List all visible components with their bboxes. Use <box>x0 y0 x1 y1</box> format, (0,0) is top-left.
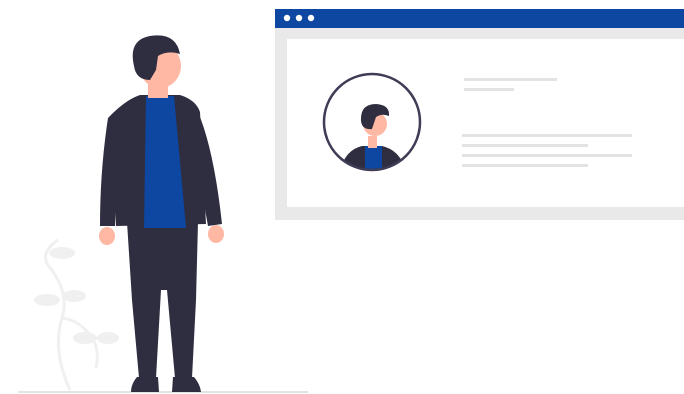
text-line <box>462 164 588 167</box>
plant-leaf <box>73 332 97 344</box>
text-line <box>462 154 632 157</box>
titlebar-dot-3 <box>307 14 315 22</box>
plant-leaf <box>62 290 86 302</box>
titlebar-dot-1 <box>283 14 291 22</box>
person-hand-left <box>99 227 115 245</box>
plant-decoration <box>34 238 119 391</box>
text-line <box>464 78 557 81</box>
titlebar-dot-2 <box>295 14 303 22</box>
illustration-scene <box>0 0 684 394</box>
plant-leaf <box>34 294 60 306</box>
text-line <box>462 144 588 147</box>
person-shoe-left <box>131 377 159 392</box>
person-shoe-right <box>172 377 201 392</box>
plant-leaf <box>97 332 119 344</box>
text-line <box>464 88 514 91</box>
text-line <box>462 134 632 137</box>
profile-avatar <box>322 72 422 172</box>
browser-window <box>275 9 684 220</box>
person-hand-right <box>208 225 224 243</box>
window-titlebar <box>275 9 684 28</box>
avatar-person-shirt <box>365 146 382 170</box>
ground-line <box>18 391 308 393</box>
illustration-svg <box>18 9 684 393</box>
person-trousers <box>127 222 198 378</box>
plant-leaf <box>49 247 75 259</box>
